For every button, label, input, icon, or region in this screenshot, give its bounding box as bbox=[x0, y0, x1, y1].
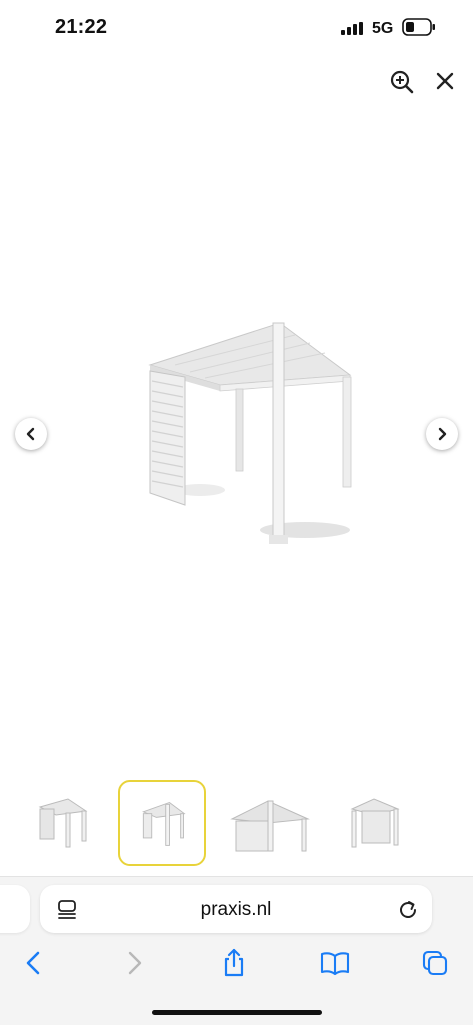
chevron-left-icon bbox=[26, 951, 40, 975]
forward-button[interactable] bbox=[120, 948, 150, 978]
pergola-thumbnail bbox=[350, 798, 400, 848]
thumbnail-2-selected[interactable] bbox=[118, 780, 206, 866]
chevron-left-icon bbox=[26, 427, 35, 441]
pergola-thumbnail bbox=[230, 800, 310, 852]
pergola-thumbnail bbox=[38, 798, 88, 848]
page-format-icon[interactable] bbox=[56, 898, 78, 920]
share-icon bbox=[224, 948, 244, 977]
tabs-button[interactable] bbox=[420, 948, 450, 978]
close-button[interactable] bbox=[430, 66, 460, 96]
home-indicator bbox=[152, 1010, 322, 1015]
tabs-icon bbox=[422, 950, 448, 976]
next-image-button[interactable] bbox=[426, 418, 458, 450]
thumbnail-3[interactable] bbox=[226, 780, 314, 866]
thumbnail-1[interactable] bbox=[18, 780, 106, 866]
thumbnail-4[interactable] bbox=[330, 780, 418, 866]
previous-tab-preview[interactable] bbox=[0, 885, 30, 933]
zoom-in-button[interactable] bbox=[386, 66, 418, 98]
cellular-signal-icon bbox=[341, 22, 363, 35]
book-icon bbox=[320, 952, 350, 976]
battery-icon bbox=[402, 18, 435, 36]
back-button[interactable] bbox=[18, 948, 48, 978]
share-button[interactable] bbox=[219, 948, 249, 978]
zoom-in-icon bbox=[390, 70, 414, 94]
pergola-thumbnail bbox=[142, 801, 186, 846]
close-icon bbox=[436, 72, 454, 90]
chevron-right-icon bbox=[128, 951, 142, 975]
status-time: 21:22 bbox=[55, 16, 108, 38]
url-text[interactable]: praxis.nl bbox=[120, 899, 352, 921]
product-image bbox=[148, 322, 352, 544]
previous-image-button[interactable] bbox=[15, 418, 47, 450]
chevron-right-icon bbox=[438, 427, 447, 441]
reload-icon[interactable] bbox=[396, 898, 420, 922]
network-type: 5G bbox=[372, 20, 394, 37]
bookmarks-button[interactable] bbox=[320, 948, 350, 978]
